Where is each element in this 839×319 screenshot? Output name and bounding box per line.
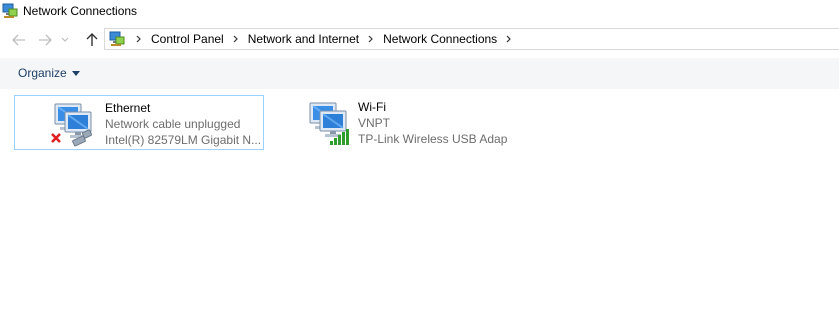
connection-name: Ethernet: [105, 101, 151, 115]
item-text: Wi-Fi VNPT TP-Link Wireless USB Adap: [358, 99, 507, 147]
organize-button[interactable]: Organize: [18, 66, 80, 80]
network-connections-icon: [2, 3, 18, 19]
chevron-down-icon[interactable]: [58, 29, 72, 51]
breadcrumb-network-connections[interactable]: Network Connections: [381, 32, 499, 46]
connection-adapter: Intel(R) 82579LM Gigabit N...: [105, 133, 262, 147]
organize-label: Organize: [18, 66, 67, 80]
title-bar: Network Connections: [0, 0, 839, 25]
chevron-right-icon[interactable]: [364, 35, 378, 43]
network-connections-icon: [109, 31, 125, 47]
back-arrow-icon[interactable]: [8, 29, 30, 51]
wifi-connected-icon: [304, 97, 354, 147]
connection-adapter: TP-Link Wireless USB Adap: [358, 132, 508, 146]
list-item-ethernet[interactable]: Ethernet Network cable unplugged Intel(R…: [14, 95, 264, 150]
ethernet-disconnected-icon: [49, 98, 99, 148]
connection-status: Network cable unplugged: [105, 117, 241, 131]
command-bar: Organize: [0, 58, 839, 89]
breadcrumb-network-and-internet[interactable]: Network and Internet: [246, 32, 361, 46]
connection-status: VNPT: [358, 116, 391, 130]
up-arrow-icon[interactable]: [81, 29, 103, 51]
chevron-down-icon: [71, 70, 80, 76]
breadcrumb-control-panel[interactable]: Control Panel: [149, 32, 226, 46]
chevron-right-icon[interactable]: [229, 35, 243, 43]
breadcrumb: Control Panel Network and Internet Netwo…: [129, 29, 519, 49]
forward-arrow-icon[interactable]: [34, 29, 56, 51]
chevron-right-icon[interactable]: [502, 35, 516, 43]
connection-name: Wi-Fi: [358, 100, 386, 114]
window-title: Network Connections: [23, 4, 138, 18]
chevron-right-icon[interactable]: [132, 35, 146, 43]
item-text: Ethernet Network cable unplugged Intel(R…: [105, 100, 261, 148]
address-bar[interactable]: Control Panel Network and Internet Netwo…: [104, 28, 839, 50]
connections-list: Ethernet Network cable unplugged Intel(R…: [0, 89, 839, 319]
list-item-wifi[interactable]: Wi-Fi VNPT TP-Link Wireless USB Adap: [298, 95, 548, 150]
navigation-bar: Control Panel Network and Internet Netwo…: [0, 25, 839, 56]
